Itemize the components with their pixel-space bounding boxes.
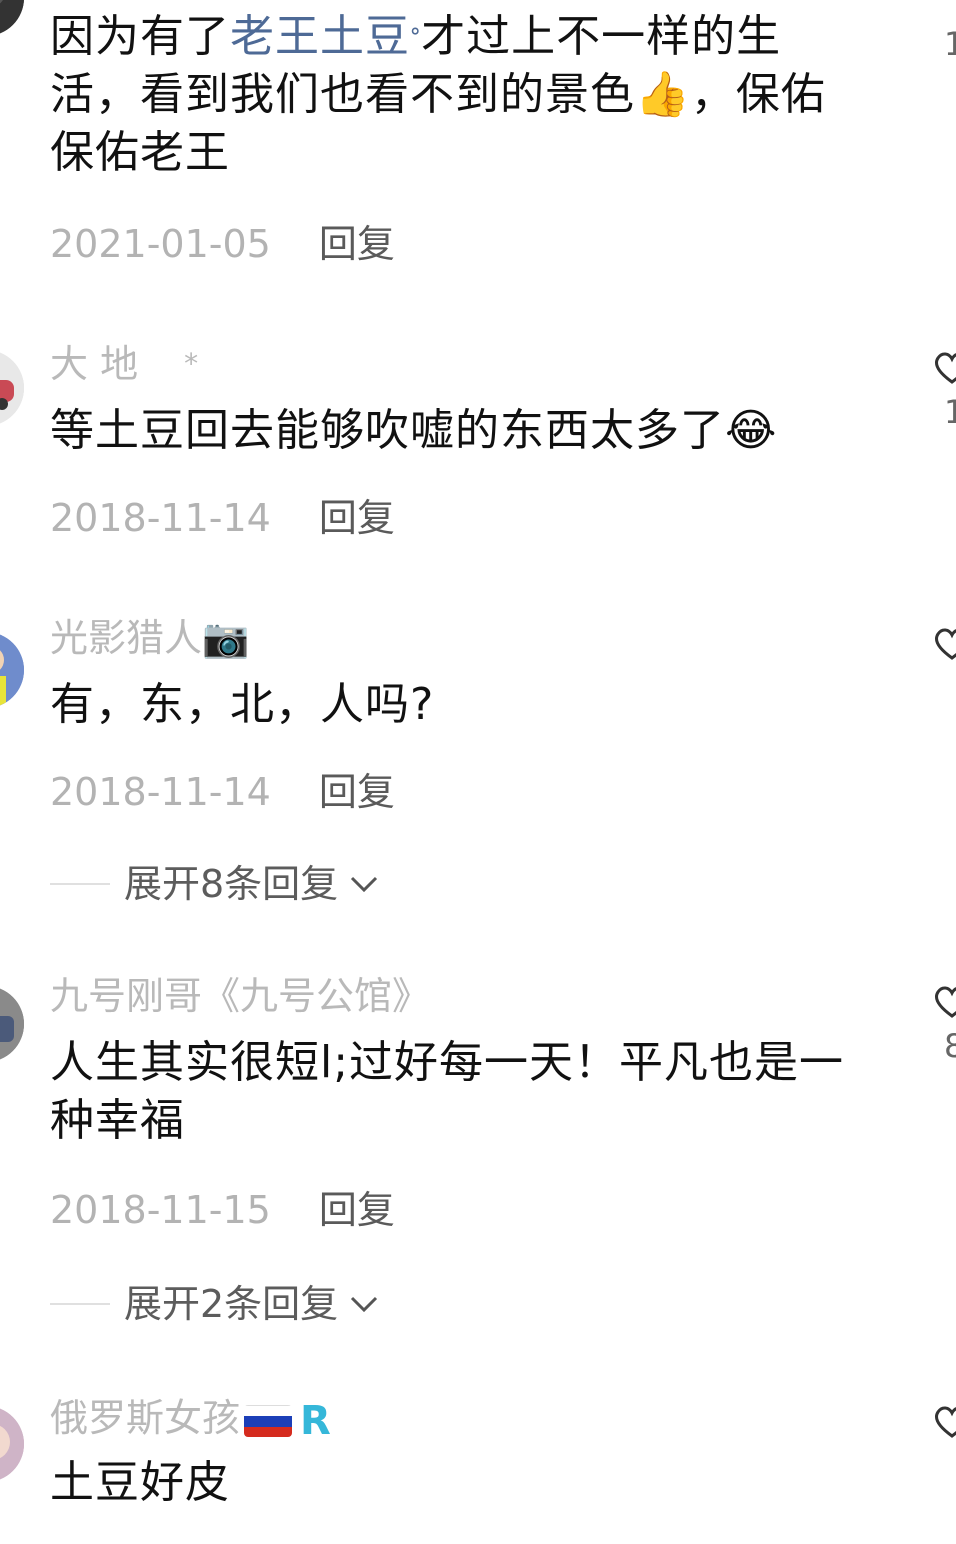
comment-text: 因为有了老王土豆ᐤ才过上不一样的生活，看到我们也看不到的景色👍，保佑保佑老王 — [50, 11, 826, 178]
chevron-down-icon — [351, 1296, 378, 1313]
comment-date: 2018-11-14 — [50, 496, 271, 540]
comment-text: 等土豆回去能够吹嘘的东西太多了😂 — [50, 405, 778, 456]
r-badge: R — [300, 1397, 331, 1444]
comment-text: 有，东，北，人吗? — [50, 679, 435, 730]
username[interactable]: 九号刚哥《九号公馆》 — [50, 974, 430, 1018]
divider-line — [50, 1303, 110, 1305]
reply-button[interactable]: 回复 — [319, 496, 395, 540]
search-icon: ᐤ — [410, 22, 422, 52]
thumbs-up-emoji: 👍 — [635, 69, 691, 120]
like-count: 1 — [944, 393, 956, 431]
chevron-down-icon — [351, 876, 378, 893]
star-mark: * — [184, 347, 199, 380]
reply-button[interactable]: 回复 — [319, 770, 395, 814]
avatar[interactable] — [0, 986, 24, 1062]
avatar[interactable] — [0, 1406, 24, 1482]
expand-replies-button[interactable]: 展开8条回复 — [50, 862, 380, 906]
comment-meta: 2021-01-05 回复 — [50, 222, 395, 266]
like-button[interactable] — [932, 624, 956, 724]
laughing-emoji: 😂 — [725, 405, 778, 456]
comment-feed: 因为有了老王土豆ᐤ才过上不一样的生活，看到我们也看不到的景色👍，保佑保佑老王 2… — [0, 0, 956, 1544]
like-button[interactable]: 1 — [932, 0, 956, 80]
camera-emoji: 📷 — [202, 616, 250, 660]
comment-date: 2018-11-15 — [50, 1188, 271, 1232]
reply-button[interactable]: 回复 — [319, 222, 395, 266]
like-button[interactable]: 1 — [932, 348, 956, 448]
like-button[interactable]: 8 — [932, 982, 956, 1082]
comment-meta: 2018-11-14 回复 — [50, 770, 395, 814]
expand-replies-button[interactable]: 展开2条回复 — [50, 1282, 380, 1326]
comment-text: 土豆好皮 — [50, 1457, 230, 1508]
like-count: 8 — [944, 1027, 956, 1065]
russian-flag-icon — [244, 1404, 293, 1437]
topic-link[interactable]: 老王土豆 — [230, 11, 410, 62]
comment-text: 人生其实很短l;过好每一天！平凡也是一种幸福 — [50, 1037, 845, 1146]
divider-line — [50, 883, 110, 885]
like-button[interactable] — [932, 1402, 956, 1502]
comment-meta: 2018-11-14 回复 — [50, 496, 395, 540]
username[interactable]: 大 地 * — [50, 342, 198, 386]
comment-date: 2018-11-14 — [50, 770, 271, 814]
heart-outline-icon — [935, 1406, 956, 1438]
avatar[interactable] — [0, 632, 24, 708]
avatar[interactable] — [0, 0, 24, 36]
comment-meta: 2018-11-15 回复 — [50, 1188, 395, 1232]
comment-date: 2021-01-05 — [50, 222, 271, 266]
like-count: 1 — [944, 25, 956, 63]
reply-button[interactable]: 回复 — [319, 1188, 395, 1232]
avatar[interactable] — [0, 350, 24, 426]
heart-outline-icon — [935, 986, 956, 1018]
heart-outline-icon — [935, 352, 956, 384]
username[interactable]: 俄罗斯女孩 R — [50, 1396, 331, 1443]
heart-outline-icon — [935, 628, 956, 660]
username[interactable]: 光影猎人📷 — [50, 616, 249, 660]
